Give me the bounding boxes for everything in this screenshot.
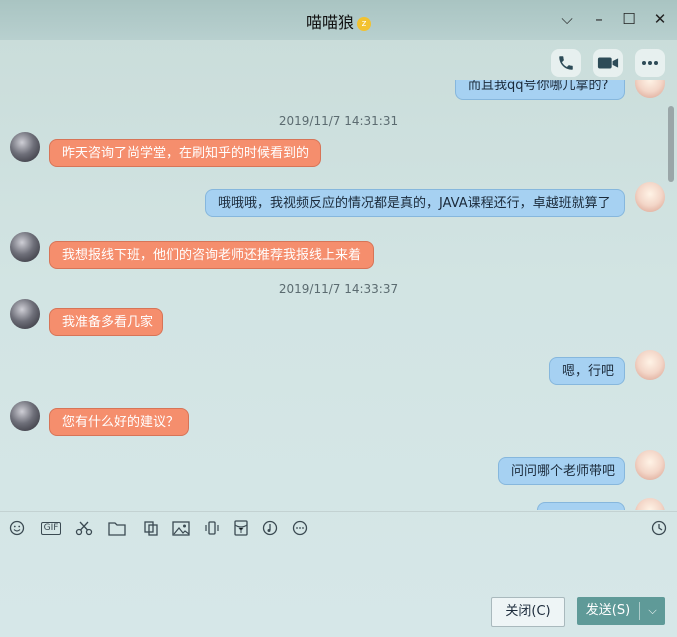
input-toolbar: GIF: [0, 511, 677, 542]
music-icon[interactable]: [261, 520, 279, 536]
contact-avatar[interactable]: [10, 132, 40, 162]
send-button[interactable]: 发送(S) ⌵: [577, 597, 665, 625]
message-bubble-left[interactable]: 您有什么好的建议？: [49, 408, 189, 436]
message-bubble-right[interactable]: 嗯，行吧: [549, 357, 625, 385]
folder-icon[interactable]: [108, 520, 126, 536]
send-options-dropdown[interactable]: ⌵: [640, 597, 665, 625]
more-dots-icon: [642, 61, 658, 65]
message-list[interactable]: 而且我qq号你哪儿拿的? 2019/11/7 14:31:31 昨天咨询了尚学堂…: [0, 80, 677, 510]
my-avatar[interactable]: [635, 450, 665, 480]
my-avatar[interactable]: [635, 350, 665, 380]
minimize-button[interactable]: –: [589, 10, 609, 28]
my-avatar[interactable]: [635, 498, 665, 510]
image-icon[interactable]: [172, 520, 190, 536]
contact-name: 喵喵狼: [305, 13, 354, 32]
contact-avatar[interactable]: [10, 401, 40, 431]
history-icon[interactable]: [650, 520, 668, 536]
message-bubble-left[interactable]: 昨天咨询了尚学堂，在刷知乎的时候看到的: [49, 139, 321, 167]
message-bubble-right[interactable]: 哦哦哦，我视频反应的情况都是真的，JAVA课程还行，卓越班就算了: [205, 189, 625, 217]
vip-badge-icon: z: [357, 17, 371, 31]
scrollbar-thumb[interactable]: [668, 106, 674, 182]
more-icon[interactable]: [291, 520, 309, 536]
red-packet-icon[interactable]: [232, 520, 250, 536]
maximize-button[interactable]: ☐: [619, 10, 639, 28]
message-timestamp: 2019/11/7 14:33:37: [278, 282, 399, 296]
message-bubble-right-partial[interactable]: [537, 502, 625, 510]
contact-avatar[interactable]: [10, 232, 40, 262]
gif-icon[interactable]: GIF: [38, 520, 64, 536]
send-button-label[interactable]: 发送(S): [577, 597, 639, 625]
collapse-button[interactable]: ⌵: [557, 10, 577, 28]
title-bar[interactable]: 喵喵狼 z ⌵ – ☐ ✕: [0, 0, 677, 40]
emoji-icon[interactable]: [8, 520, 26, 536]
video-camera-icon: [597, 57, 619, 69]
video-call-button[interactable]: [593, 49, 623, 77]
shake-icon[interactable]: [203, 520, 221, 536]
message-bubble-left[interactable]: 我准备多看几家: [49, 308, 163, 336]
message-bubble-left[interactable]: 我想报线下班，他们的咨询老师还推荐我报线上来着: [49, 241, 374, 269]
chat-window: 喵喵狼 z ⌵ – ☐ ✕ 而且我qq号你哪儿拿的? 2019/11/7 14:3…: [0, 0, 677, 637]
my-avatar[interactable]: [635, 182, 665, 212]
message-bubble-right[interactable]: 而且我qq号你哪儿拿的?: [455, 80, 625, 100]
my-avatar[interactable]: [635, 80, 665, 98]
voice-call-button[interactable]: [551, 49, 581, 77]
close-window-button[interactable]: ✕: [650, 10, 670, 28]
message-bubble-right[interactable]: 问问哪个老师带吧: [498, 457, 625, 485]
phone-icon: [559, 56, 573, 70]
scissors-icon[interactable]: [75, 520, 93, 536]
contact-avatar[interactable]: [10, 299, 40, 329]
message-timestamp: 2019/11/7 14:31:31: [278, 114, 399, 128]
message-input[interactable]: [0, 542, 677, 592]
close-button[interactable]: 关闭(C): [491, 597, 565, 627]
more-options-button[interactable]: [635, 49, 665, 77]
screenshot-icon[interactable]: [142, 520, 160, 536]
